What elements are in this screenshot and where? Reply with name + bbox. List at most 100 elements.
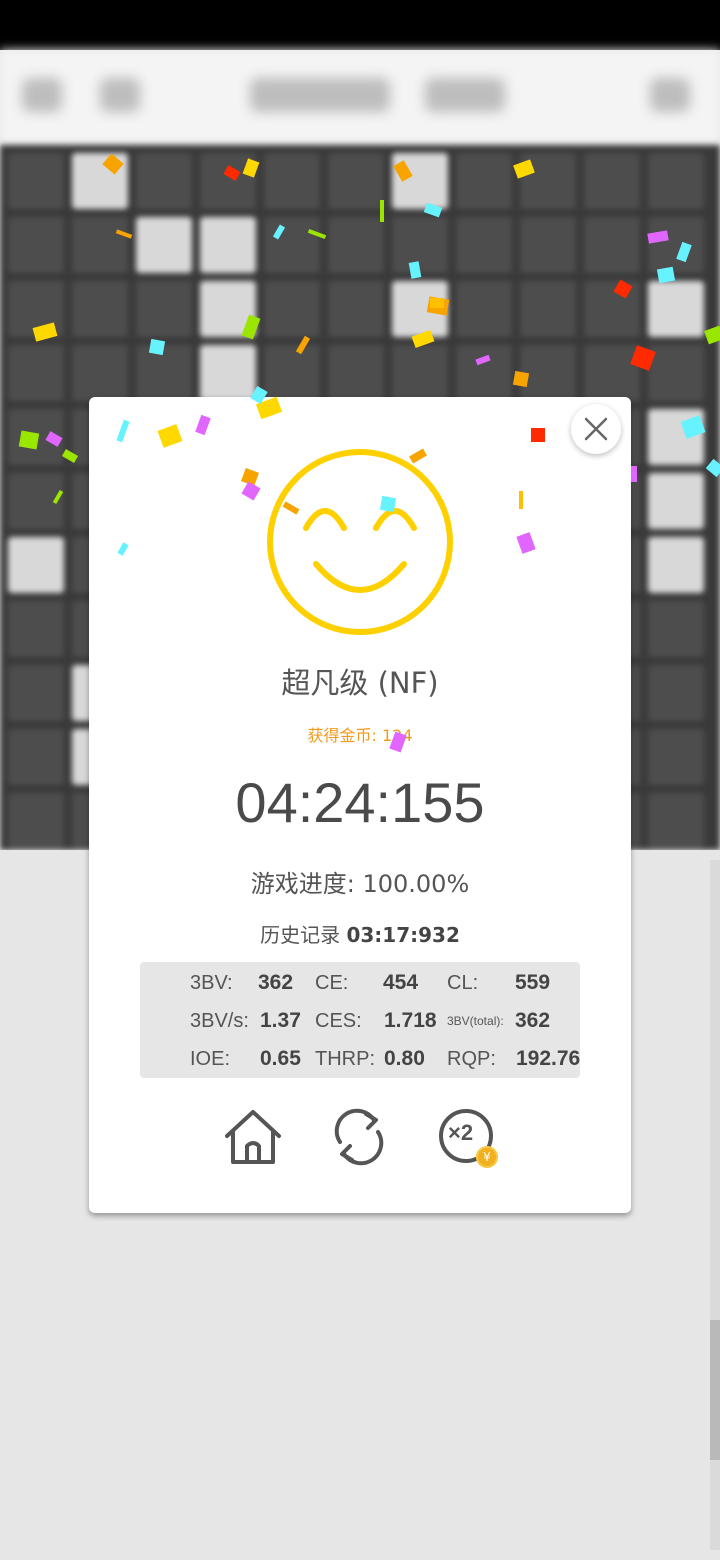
board-cell xyxy=(456,345,512,401)
board-cell xyxy=(264,345,320,401)
board-cell xyxy=(584,281,640,337)
restart-button[interactable] xyxy=(330,1108,388,1166)
stats-panel: 3BV: 362 CE: 454 CL: 559 3BV/s: 1.37 CES… xyxy=(140,962,580,1078)
stat-value-3bv-total: 362 xyxy=(515,1009,551,1032)
board-cell xyxy=(8,793,64,849)
stat-value-rqp: 192.76 xyxy=(516,1047,581,1070)
board-cell xyxy=(648,217,704,273)
stat-value-ioe: 0.65 xyxy=(260,1047,301,1070)
board-cell xyxy=(520,153,576,209)
rank-label: 超凡级 (NF) xyxy=(281,666,439,700)
board-cell xyxy=(584,345,640,401)
coin-icon: ¥ xyxy=(476,1146,498,1168)
board-cell xyxy=(8,281,64,337)
board-cell xyxy=(328,281,384,337)
board-cell xyxy=(8,473,64,529)
board-cell xyxy=(72,153,128,209)
board-cell xyxy=(8,345,64,401)
restart-icon xyxy=(334,1108,384,1166)
toolbar-edit-icon xyxy=(650,78,690,112)
board-cell xyxy=(648,793,704,849)
stat-label-3bvs: 3BV/s: xyxy=(190,1010,249,1032)
board-cell xyxy=(200,153,256,209)
board-cell xyxy=(520,217,576,273)
board-cell xyxy=(648,473,704,529)
board-cell xyxy=(392,153,448,209)
status-bar xyxy=(0,0,720,50)
board-cell xyxy=(264,217,320,273)
board-cell xyxy=(328,153,384,209)
stat-label-thrp: THRP: xyxy=(315,1048,375,1070)
board-cell xyxy=(648,345,704,401)
stat-label-rqp: RQP: xyxy=(447,1048,496,1070)
board-cell xyxy=(136,153,192,209)
stat-label-cl: CL: xyxy=(447,972,479,994)
stat-value-3bv: 362 xyxy=(258,971,294,994)
game-time: 04:24:155 xyxy=(235,771,485,834)
board-cell xyxy=(456,281,512,337)
board-cell xyxy=(584,217,640,273)
double-coins-button[interactable]: ×2 ¥ xyxy=(438,1108,500,1170)
board-cell xyxy=(648,601,704,657)
board-cell xyxy=(200,345,256,401)
home-button[interactable] xyxy=(222,1106,284,1168)
stat-label-3bv-total: 3BV(total): xyxy=(447,1014,504,1028)
coins-earned: 获得金币: 124 xyxy=(307,726,413,745)
board-cell xyxy=(648,409,704,465)
board-cell xyxy=(584,153,640,209)
board-cell xyxy=(648,729,704,785)
board-cell xyxy=(328,217,384,273)
toolbar-mine-counter xyxy=(250,78,390,112)
board-cell xyxy=(72,345,128,401)
board-cell xyxy=(648,153,704,209)
board-cell xyxy=(392,345,448,401)
board-cell xyxy=(392,217,448,273)
board-cell xyxy=(72,281,128,337)
board-cell xyxy=(8,601,64,657)
history-label: 历史记录 xyxy=(260,923,341,947)
board-cell xyxy=(392,281,448,337)
board-cell xyxy=(456,217,512,273)
stat-label-ces: CES: xyxy=(315,1010,362,1032)
stat-label-ioe: IOE: xyxy=(190,1048,231,1070)
toolbar-menu-icon xyxy=(22,78,62,112)
board-cell xyxy=(72,217,128,273)
board-cell xyxy=(8,537,64,593)
history-record: 历史记录 03:17:932 xyxy=(89,919,631,948)
stat-label-3bv: 3BV: xyxy=(190,972,233,994)
board-cell xyxy=(136,281,192,337)
scroll-thumb[interactable] xyxy=(710,1320,720,1460)
stat-value-ces: 1.718 xyxy=(384,1009,437,1032)
stat-value-ce: 454 xyxy=(383,971,419,994)
coin-symbol: ¥ xyxy=(483,1150,491,1164)
board-cell xyxy=(8,409,64,465)
board-cell xyxy=(648,537,704,593)
board-cell xyxy=(8,217,64,273)
board-cell xyxy=(328,345,384,401)
board-cell xyxy=(136,217,192,273)
board-cell xyxy=(520,281,576,337)
stat-value-thrp: 0.80 xyxy=(384,1047,425,1070)
board-cell xyxy=(8,153,64,209)
close-icon xyxy=(584,417,608,441)
board-cell xyxy=(200,281,256,337)
board-cell xyxy=(648,281,704,337)
board-cell xyxy=(264,281,320,337)
board-cell xyxy=(648,665,704,721)
board-cell xyxy=(456,153,512,209)
board-cell xyxy=(136,345,192,401)
history-value: 03:17:932 xyxy=(346,923,460,947)
board-cell xyxy=(8,729,64,785)
toolbar-timer xyxy=(425,78,505,112)
toolbar-settings-icon xyxy=(100,78,140,112)
smiley-face-icon xyxy=(267,449,453,635)
close-button[interactable] xyxy=(571,404,621,454)
stat-label-ce: CE: xyxy=(315,972,349,994)
board-cell xyxy=(8,665,64,721)
double-label: ×2 xyxy=(448,1120,474,1145)
board-cell xyxy=(520,345,576,401)
stat-value-3bvs: 1.37 xyxy=(260,1009,301,1032)
board-cell xyxy=(264,153,320,209)
board-cell xyxy=(200,217,256,273)
stat-value-cl: 559 xyxy=(515,971,551,994)
